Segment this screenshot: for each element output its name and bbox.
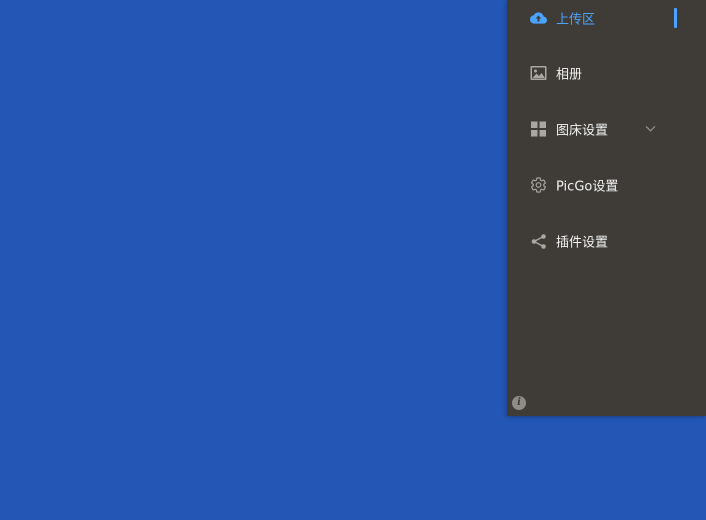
sidebar-item-label: PicGo设置 [556,179,619,195]
active-indicator [674,8,677,28]
sidebar-item-upload[interactable]: 上传区 [507,0,706,36]
sidebar-item-plugin-settings[interactable]: 插件设置 [507,223,706,259]
info-icon[interactable]: i [512,396,526,410]
gear-icon [530,177,547,194]
image-icon [530,65,547,82]
sidebar-item-label: 插件设置 [556,235,609,251]
grid-icon [530,121,547,138]
sidebar-item-label: 上传区 [556,12,596,28]
chevron-down-icon[interactable] [643,121,657,135]
sidebar-item-label: 图床设置 [556,123,609,139]
sidebar-item-picgo-settings[interactable]: PicGo设置 [507,167,706,203]
sidebar-item-album[interactable]: 相册 [507,55,706,91]
sidebar-item-picbed-settings[interactable]: 图床设置 [507,111,706,147]
share-icon [530,233,547,250]
sidebar-menu: 上传区 相册 图床设置 PicGo设置 插件设置 i [507,0,706,416]
sidebar-item-label: 相册 [556,67,583,83]
info-glyph: i [517,397,521,408]
cloud-upload-icon [530,10,547,27]
